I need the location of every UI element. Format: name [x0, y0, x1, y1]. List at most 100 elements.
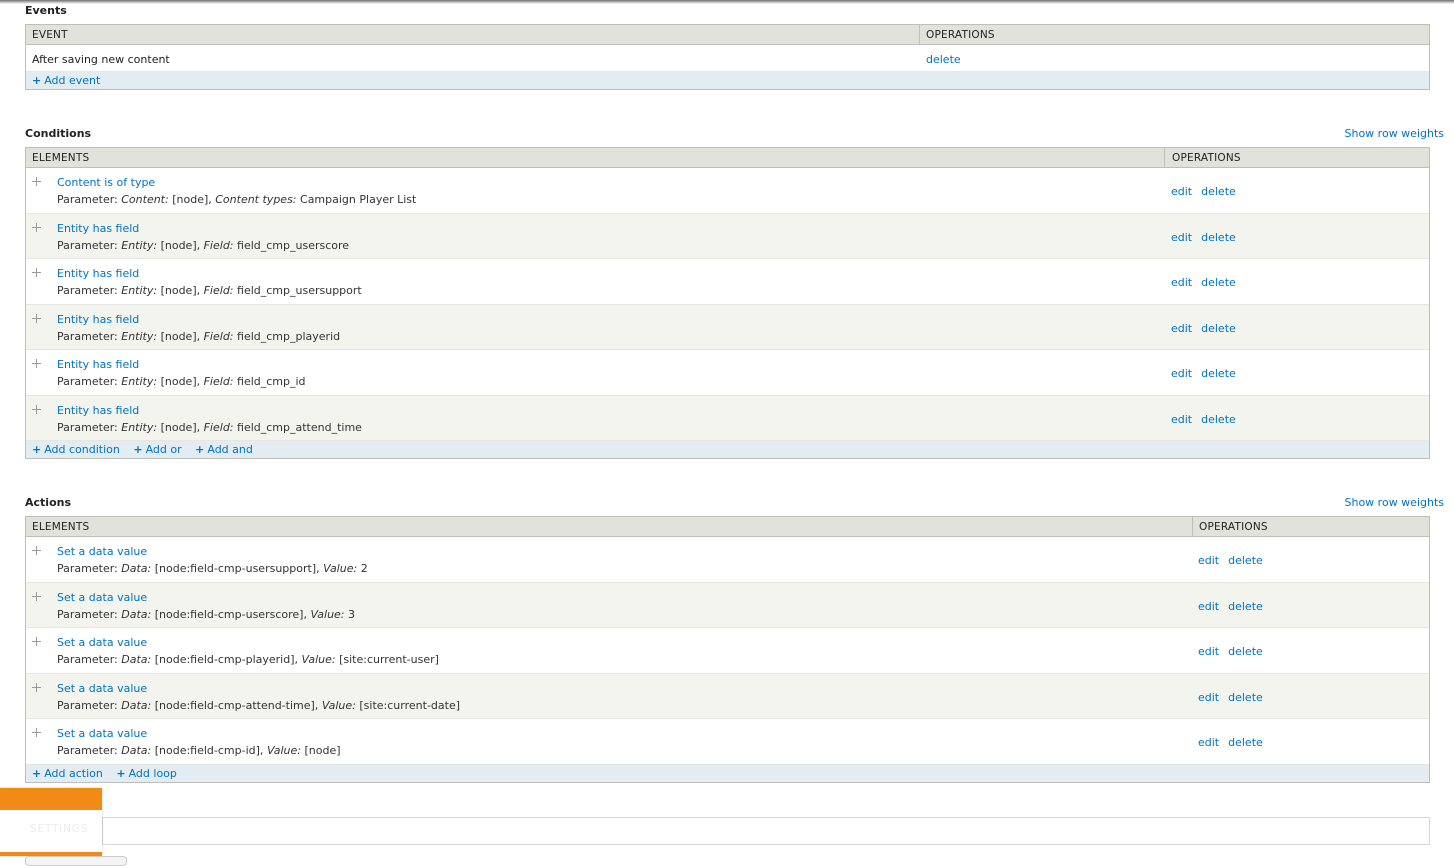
delete-link[interactable]: delete: [1228, 645, 1263, 658]
add-event-link[interactable]: + Add event: [32, 74, 100, 87]
row-operations: edit delete: [1198, 736, 1272, 749]
column-divider: [1164, 148, 1165, 167]
edit-link[interactable]: edit: [1171, 231, 1192, 244]
drag-handle-icon[interactable]: [32, 313, 41, 323]
parameter-prefix: Parameter:: [57, 744, 118, 757]
element-parameters: Parameter: Data: [node:field-cmp-playeri…: [57, 653, 439, 666]
element-title-link[interactable]: Content is of type: [57, 176, 155, 189]
element-title-link[interactable]: Set a data value: [57, 545, 147, 558]
add-condition-link[interactable]: + Add condition: [32, 443, 120, 456]
edit-link[interactable]: edit: [1198, 645, 1219, 658]
delete-link[interactable]: delete: [1201, 276, 1236, 289]
element-title-link[interactable]: Entity has field: [57, 313, 139, 326]
drag-handle-icon[interactable]: [32, 404, 41, 414]
top-shadow: [0, 0, 1454, 4]
delete-link[interactable]: delete: [1228, 600, 1263, 613]
delete-event-link[interactable]: delete: [926, 53, 961, 66]
table-row: Set a data value Parameter: Data: [node:f…: [26, 537, 1429, 583]
drag-handle-icon[interactable]: [32, 359, 41, 368]
drag-handle-icon[interactable]: [32, 177, 41, 186]
table-row: Set a data value Parameter: Data: [node:f…: [26, 673, 1429, 719]
edit-link[interactable]: edit: [1198, 691, 1219, 704]
show-row-weights-link[interactable]: Show row weights: [1345, 496, 1445, 509]
delete-link[interactable]: delete: [1201, 413, 1236, 426]
add-or-label: Add or: [145, 443, 182, 456]
table-row: Set a data value Parameter: Data: [node:f…: [26, 582, 1429, 628]
element-title-link[interactable]: Set a data value: [57, 682, 147, 695]
element-title-link[interactable]: Entity has field: [57, 358, 139, 371]
drag-handle-icon[interactable]: [32, 268, 41, 277]
element-title-link[interactable]: Set a data value: [57, 727, 147, 740]
add-or-link[interactable]: + Add or: [133, 443, 181, 456]
element-parameters: Parameter: Data: [node:field-cmp-attend-…: [57, 699, 460, 712]
parameter-value: [node],: [160, 329, 201, 343]
parameter-value: field_cmp_id: [237, 375, 306, 388]
edit-link[interactable]: edit: [1198, 600, 1219, 613]
drag-handle-icon[interactable]: [32, 546, 41, 555]
add-and-link[interactable]: + Add and: [195, 443, 253, 456]
parameter-value: field_cmp_userscore: [237, 238, 350, 252]
drag-handle-icon[interactable]: [32, 222, 41, 232]
element-parameters: Parameter: Entity: [node], Field: field_…: [57, 375, 306, 388]
edit-link[interactable]: edit: [1171, 276, 1192, 289]
parameter-key: Entity:: [121, 284, 158, 297]
row-operations: edit delete: [1198, 645, 1272, 658]
delete-link[interactable]: delete: [1201, 231, 1236, 244]
edit-link[interactable]: edit: [1171, 185, 1192, 198]
delete-link[interactable]: delete: [1201, 322, 1236, 335]
drag-handle-icon[interactable]: [32, 682, 41, 692]
actions-footer: + Add action + Add loop: [26, 764, 1429, 782]
drag-handle-icon[interactable]: [32, 728, 41, 737]
parameter-key: Entity:: [121, 375, 158, 388]
delete-link[interactable]: delete: [1228, 691, 1263, 704]
parameter-prefix: Parameter:: [57, 193, 118, 206]
element-title-link[interactable]: Entity has field: [57, 267, 139, 280]
settings-tab[interactable]: SETTINGS: [0, 788, 102, 856]
add-action-label: Add action: [44, 766, 103, 780]
operations-column-header: OPERATIONS: [926, 29, 995, 41]
edit-link[interactable]: edit: [1198, 736, 1219, 749]
row-operations: edit delete: [1198, 600, 1272, 613]
element-title-link[interactable]: Set a data value: [57, 636, 147, 649]
parameter-value: [node],: [160, 375, 201, 388]
elements-column-header: ELEMENTS: [32, 521, 90, 533]
event-row: After saving new content delete: [26, 45, 1429, 72]
element-title-link[interactable]: Set a data value: [57, 591, 147, 604]
edit-link[interactable]: edit: [1198, 554, 1219, 567]
row-operations: edit delete: [1198, 691, 1272, 704]
drag-handle-icon[interactable]: [32, 591, 41, 601]
edit-link[interactable]: edit: [1171, 413, 1192, 426]
operations-column-header: OPERATIONS: [1199, 521, 1268, 533]
add-action-link[interactable]: + Add action: [32, 767, 103, 780]
row-operations: edit delete: [1171, 367, 1245, 380]
events-title: Events: [25, 4, 67, 17]
edit-link[interactable]: edit: [1171, 322, 1192, 335]
parameter-prefix: Parameter:: [57, 607, 118, 621]
edit-link[interactable]: edit: [1171, 367, 1192, 380]
delete-link[interactable]: delete: [1228, 736, 1263, 749]
save-button-partial[interactable]: [25, 856, 127, 866]
parameter-value: [node],: [160, 238, 201, 252]
table-row: Entity has field Parameter: Entity: [node…: [26, 350, 1429, 396]
parameter-key: Data:: [121, 744, 152, 757]
element-parameters: Parameter: Content: [node], Content type…: [57, 193, 416, 206]
parameter-value: [node:field-cmp-playerid],: [154, 653, 299, 666]
table-row: Content is of type Parameter: Content: [n…: [26, 168, 1429, 214]
parameter-value: [node:field-cmp-id],: [154, 744, 264, 757]
element-title-link[interactable]: Entity has field: [57, 404, 139, 417]
add-loop-link[interactable]: + Add loop: [116, 767, 177, 780]
parameter-key: Entity:: [121, 420, 158, 434]
drag-handle-icon[interactable]: [32, 637, 41, 646]
element-parameters: Parameter: Entity: [node], Field: field_…: [57, 284, 362, 297]
delete-link[interactable]: delete: [1228, 554, 1263, 567]
parameter-prefix: Parameter:: [57, 375, 118, 388]
add-condition-label: Add condition: [44, 443, 120, 456]
delete-link[interactable]: delete: [1201, 185, 1236, 198]
delete-link[interactable]: delete: [1201, 367, 1236, 380]
parameter-key: Content types:: [215, 193, 297, 206]
row-operations: edit delete: [1171, 231, 1245, 244]
actions-table-header: ELEMENTS OPERATIONS: [26, 517, 1429, 537]
parameter-prefix: Parameter:: [57, 238, 118, 252]
show-row-weights-link[interactable]: Show row weights: [1345, 127, 1445, 140]
element-title-link[interactable]: Entity has field: [57, 222, 139, 235]
